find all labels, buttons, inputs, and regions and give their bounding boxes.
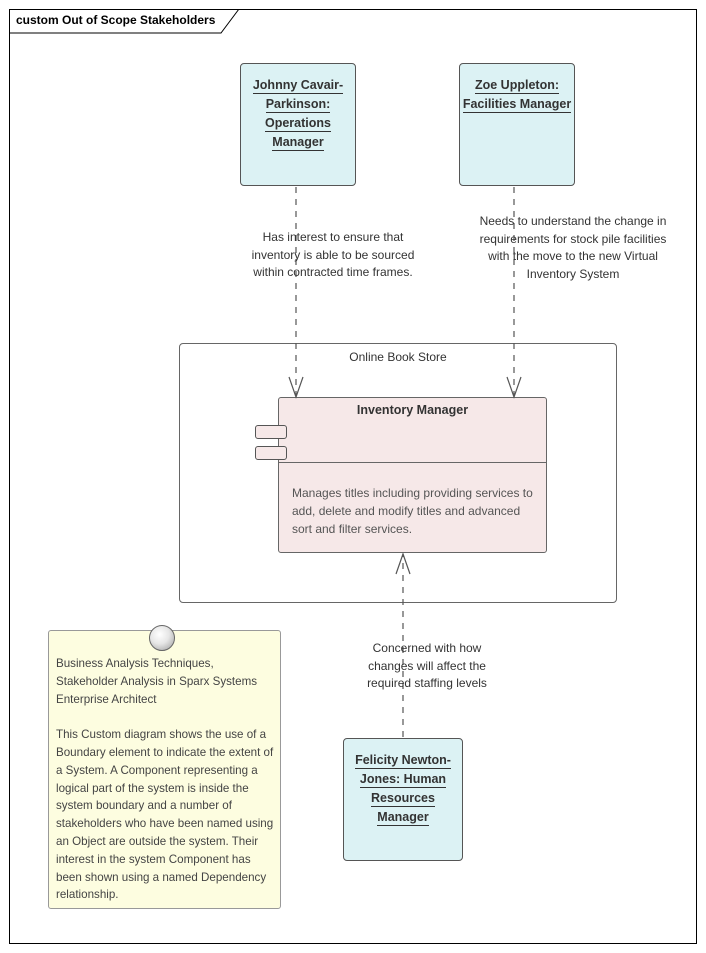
diagram-note[interactable]: Business Analysis Techniques, Stakeholde…	[48, 625, 281, 909]
object-name-line: Manager	[272, 135, 324, 151]
object-name-line: Johnny Cavair-	[252, 78, 344, 94]
note-pin-icon	[149, 625, 175, 651]
component-title: Inventory Manager	[356, 403, 469, 417]
boundary-label: Online Book Store	[349, 350, 447, 364]
object-felicity-newton-jones[interactable]: Felicity Newton- Jones: Human Resources …	[343, 738, 463, 861]
diagram-title: custom Out of Scope Stakeholders	[16, 13, 216, 27]
object-name-line: Parkinson:	[265, 97, 331, 113]
object-name: Felicity Newton- Jones: Human Resources …	[355, 751, 451, 827]
component-description: Manages titles including providing servi…	[292, 486, 533, 536]
object-name: Johnny Cavair- Parkinson: Operations Man…	[252, 76, 344, 152]
object-name-line: Resources	[371, 791, 435, 807]
object-name-line: Operations	[265, 116, 331, 132]
component-port-icon	[255, 446, 287, 460]
component-divider	[279, 462, 546, 463]
connector-label-johnny: Has interest to ensure that inventory is…	[251, 230, 415, 279]
inventory-manager-component[interactable]: Inventory Manager Manages titles includi…	[278, 397, 547, 553]
note-text: Business Analysis Techniques, Stakeholde…	[56, 657, 274, 902]
object-name-line: Jones: Human	[359, 772, 447, 788]
connector-label-felicity: Concerned with how changes will affect t…	[367, 641, 487, 690]
component-port-icon	[255, 425, 287, 439]
object-name-line: Zoe Uppleton:	[474, 78, 559, 94]
object-johnny-cavair-parkinson[interactable]: Johnny Cavair- Parkinson: Operations Man…	[240, 63, 356, 186]
connector-label-zoe: Needs to understand the change in requir…	[479, 214, 667, 281]
object-name-line: Facilities Manager	[462, 97, 572, 113]
object-name-line: Manager	[377, 810, 429, 826]
object-zoe-uppleton[interactable]: Zoe Uppleton: Facilities Manager	[459, 63, 575, 186]
object-name: Zoe Uppleton: Facilities Manager	[462, 76, 572, 114]
object-name-line: Felicity Newton-	[355, 753, 451, 769]
